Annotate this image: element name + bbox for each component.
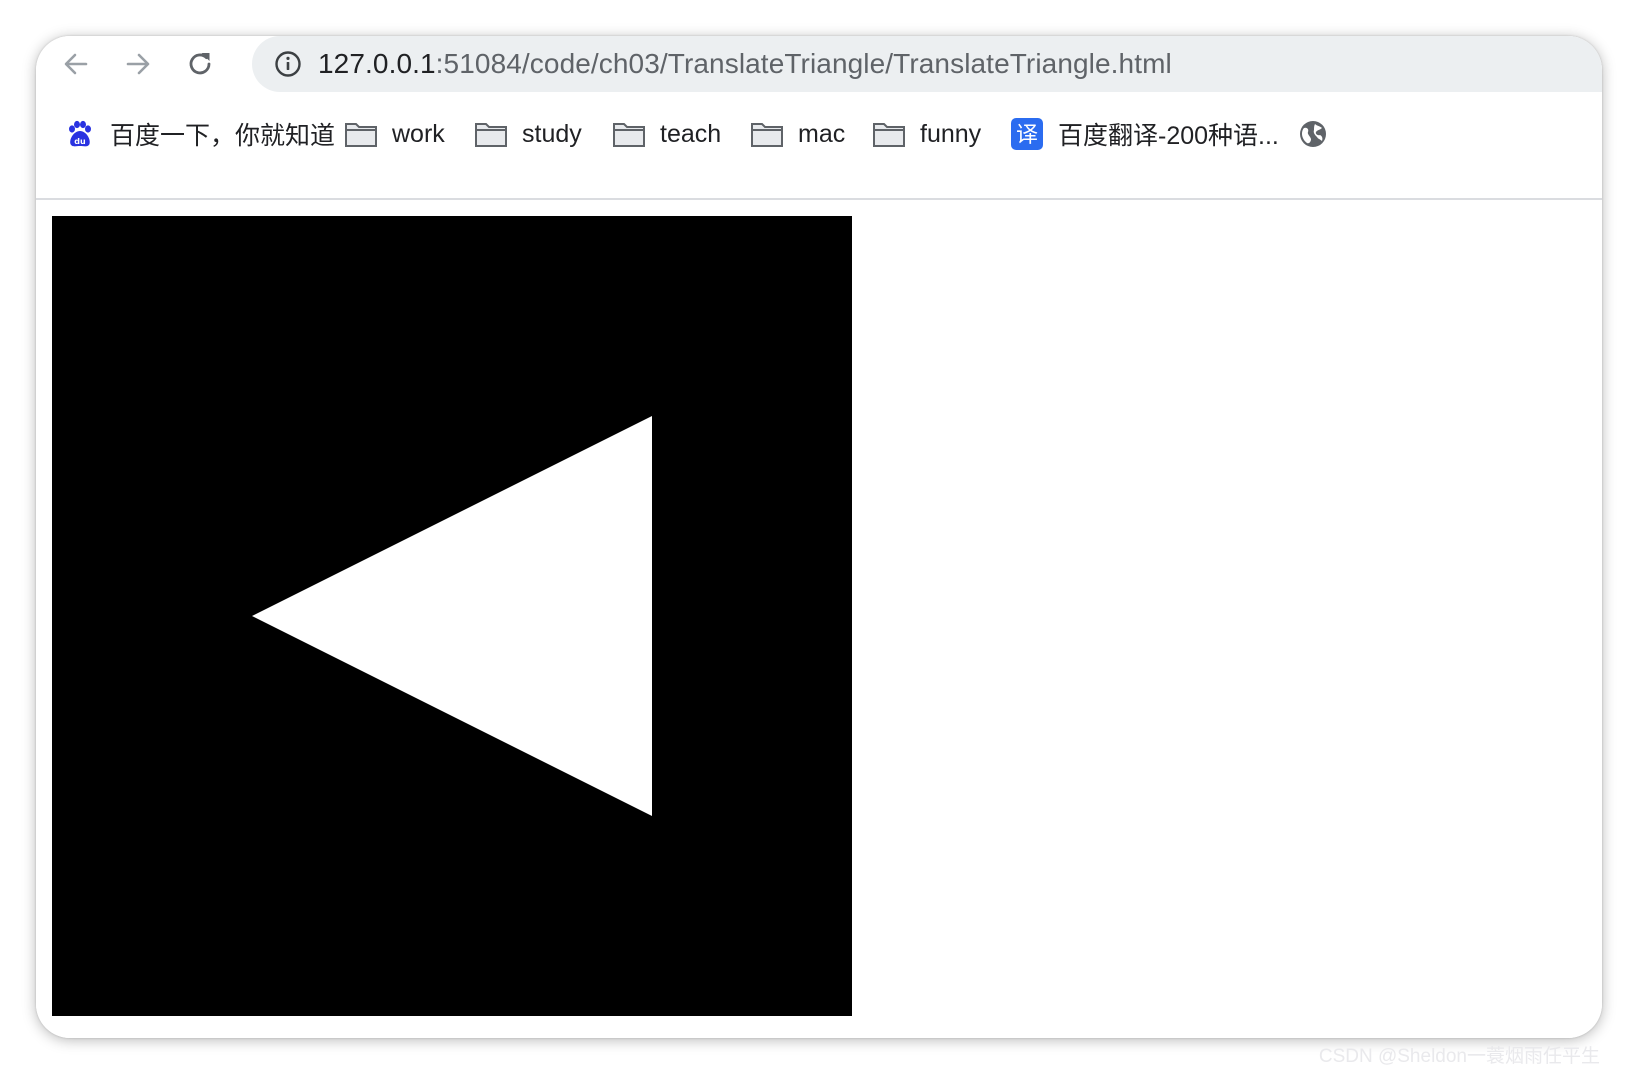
- translate-icon: 译: [1010, 117, 1044, 151]
- bookmark-baidu-translate[interactable]: 译 百度翻译-200种语...: [1010, 114, 1279, 154]
- watermark-text: CSDN @Sheldon一蓑烟雨任平生: [1318, 1046, 1600, 1067]
- folder-icon: [474, 117, 508, 151]
- page-content: [36, 200, 1602, 1038]
- folder-icon: [750, 117, 784, 151]
- webgl-canvas[interactable]: [52, 216, 852, 1016]
- bookmark-label: mac: [798, 119, 846, 148]
- svg-text:du: du: [74, 137, 86, 146]
- folder-icon: [872, 117, 906, 151]
- browser-toolbar: 127.0.0.1:51084/code/ch03/TranslateTrian…: [36, 36, 1602, 92]
- svg-text:译: 译: [1016, 123, 1038, 148]
- bookmark-label: study: [522, 119, 582, 148]
- bookmark-label: teach: [660, 119, 722, 148]
- arrow-left-icon: [64, 53, 88, 75]
- bookmark-label: 百度一下，你就知道: [110, 122, 336, 150]
- bookmarks-bar: du 百度一下，你就知道 work study teach mac funny …: [36, 92, 1602, 200]
- globe-icon: [1296, 117, 1330, 151]
- info-icon[interactable]: [274, 50, 302, 78]
- bookmark-folder-study[interactable]: study: [474, 114, 582, 154]
- address-bar[interactable]: 127.0.0.1:51084/code/ch03/TranslateTrian…: [252, 36, 1602, 92]
- bookmark-folder-mac[interactable]: mac: [750, 114, 845, 154]
- bookmark-folder-funny[interactable]: funny: [872, 114, 981, 154]
- reload-button[interactable]: [180, 44, 220, 84]
- bookmark-label: work: [392, 119, 445, 148]
- bookmark-folder-teach[interactable]: teach: [612, 114, 721, 154]
- bookmark-baidu[interactable]: du 百度一下，你就知道: [62, 114, 335, 154]
- canvas-drawing: [252, 416, 652, 816]
- folder-icon: [344, 117, 378, 151]
- white-triangle: [252, 416, 652, 816]
- back-button[interactable]: [56, 44, 96, 84]
- bookmark-folder-work[interactable]: work: [344, 114, 445, 154]
- folder-icon: [612, 117, 646, 151]
- bookmark-label: funny: [920, 119, 982, 148]
- forward-button[interactable]: [118, 44, 158, 84]
- arrow-right-icon: [126, 53, 150, 75]
- url-text[interactable]: 127.0.0.1:51084/code/ch03/TranslateTrian…: [318, 48, 1172, 80]
- baidu-paw-icon: du: [62, 117, 96, 151]
- url-path: :51084/code/ch03/TranslateTriangle/Trans…: [435, 48, 1172, 79]
- bookmark-globe[interactable]: [1296, 114, 1344, 154]
- browser-window: 127.0.0.1:51084/code/ch03/TranslateTrian…: [36, 36, 1602, 1038]
- reload-icon: [189, 53, 211, 75]
- url-host: 127.0.0.1: [318, 48, 436, 79]
- bookmark-label: 百度翻译-200种语...: [1058, 122, 1279, 150]
